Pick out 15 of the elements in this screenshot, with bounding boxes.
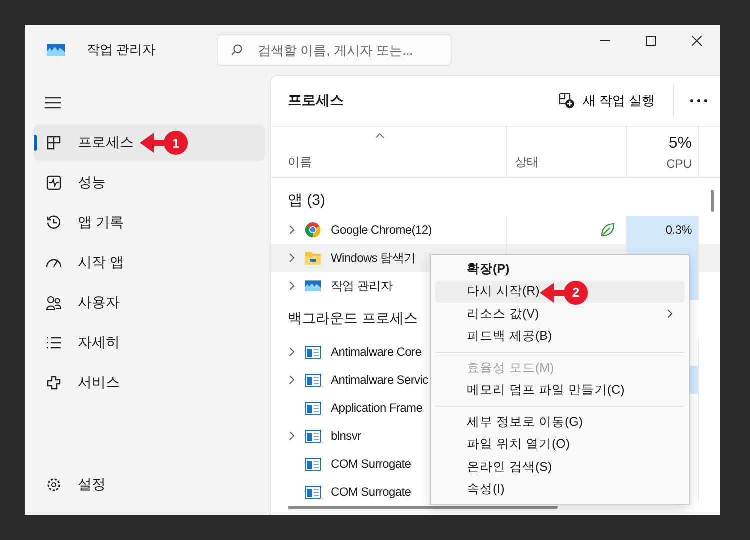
group-heading: 앱 (3) [288, 190, 326, 210]
process-name: Google Chrome(12) [331, 223, 432, 237]
group-heading: 백그라운드 프로세스 [288, 310, 418, 328]
process-name: Antimalware Servic [331, 373, 428, 387]
process-name: Application Frame [331, 401, 423, 415]
process-name: Antimalware Core [331, 345, 422, 359]
process-name: blnsvr [331, 429, 362, 443]
process-name: COM Surrogate [331, 457, 412, 471]
process-name: COM Surrogate [331, 485, 412, 499]
page-title: 프로세스 [288, 92, 344, 110]
process-name: 작업 관리자 [331, 278, 393, 294]
cpu-total: 5% [668, 135, 692, 153]
process-name: Windows 탐색기 [331, 250, 416, 266]
window-title: 작업 관리자 [87, 41, 157, 59]
cpu-cell: 0.3% [626, 216, 698, 244]
